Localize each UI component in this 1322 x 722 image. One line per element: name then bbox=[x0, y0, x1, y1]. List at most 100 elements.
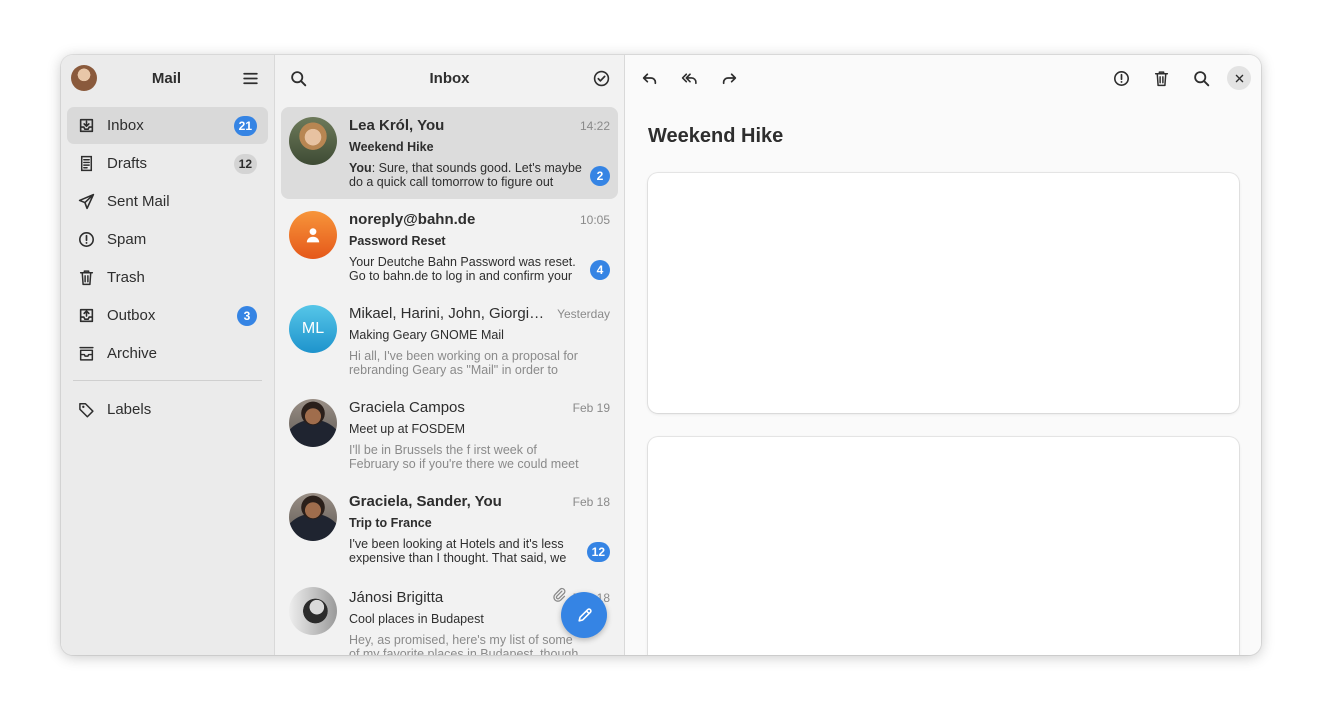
message-row[interactable]: noreply@bahn.de 10:05 Password Reset You… bbox=[281, 201, 618, 293]
message-date: 14:22 bbox=[579, 119, 610, 133]
inbox-icon bbox=[78, 117, 95, 134]
delete-button[interactable] bbox=[1147, 64, 1175, 92]
sidebar-item-inbox[interactable]: Inbox 21 bbox=[67, 107, 268, 144]
message-sender: noreply@bahn.de bbox=[349, 211, 476, 228]
reply-all-button[interactable] bbox=[675, 64, 703, 92]
spam-icon bbox=[1113, 70, 1129, 86]
count-badge: 12 bbox=[233, 153, 257, 174]
sidebar-item-label: Drafts bbox=[107, 155, 148, 172]
trash-icon bbox=[1154, 70, 1168, 86]
sidebar-header: Mail bbox=[61, 55, 274, 101]
message-content: Lea Król, You 14:22 Weekend Hike You: Su… bbox=[349, 107, 610, 199]
window-close-button[interactable] bbox=[1227, 66, 1251, 90]
sidebar-item-label: Inbox bbox=[107, 117, 144, 134]
reply-button[interactable] bbox=[635, 64, 663, 92]
sender-avatar bbox=[289, 211, 337, 259]
message-date: Feb 18 bbox=[572, 495, 610, 509]
conversation-subject: Weekend Hike bbox=[648, 125, 784, 147]
main-menu-button[interactable] bbox=[236, 64, 264, 92]
mail-window: Mail Inbox 21 Drafts 12 Sent Mail Spam T… bbox=[61, 55, 1261, 655]
message-content: Graciela, Sander, You Feb 18 Trip to Fra… bbox=[349, 483, 610, 575]
reply-all-icon bbox=[681, 72, 697, 84]
sidebar-item-label: Sent Mail bbox=[107, 193, 170, 210]
message-content: Graciela Campos Feb 19 Meet up at FOSDEM… bbox=[349, 389, 610, 481]
message-preview: You: Sure, that sounds good. Let's maybe… bbox=[349, 161, 610, 189]
find-in-conversation-button[interactable] bbox=[1187, 64, 1215, 92]
conversation-toolbar bbox=[625, 55, 1261, 101]
message-sender: Lea Król, You bbox=[349, 117, 445, 134]
attachment-icon bbox=[552, 587, 566, 602]
thread-count-badge: 12 bbox=[586, 542, 610, 562]
preview-prefix: You bbox=[349, 161, 372, 175]
drafts-icon bbox=[78, 155, 95, 172]
sender-avatar bbox=[289, 587, 337, 635]
folder-list: Inbox 21 Drafts 12 Sent Mail Spam Trash bbox=[61, 101, 274, 428]
message-row[interactable]: Graciela Campos Feb 19 Meet up at FOSDEM… bbox=[281, 389, 618, 481]
sidebar: Mail Inbox 21 Drafts 12 Sent Mail Spam T… bbox=[61, 55, 275, 655]
thread-count-badge: 2 bbox=[590, 166, 610, 186]
message-subject: Meet up at FOSDEM bbox=[349, 422, 466, 436]
email-card[interactable] bbox=[648, 437, 1239, 655]
reply-icon bbox=[642, 72, 656, 84]
avatar-initials: ML bbox=[301, 320, 325, 337]
message-list-pane: Inbox Lea Król, You 14:22 Weekend Hike Y… bbox=[275, 55, 625, 655]
sidebar-item-spam[interactable]: Spam bbox=[67, 221, 268, 258]
search-icon bbox=[1193, 70, 1209, 86]
close-icon bbox=[1235, 74, 1243, 82]
sidebar-item-drafts[interactable]: Drafts 12 bbox=[67, 145, 268, 182]
sidebar-divider bbox=[73, 380, 262, 381]
message-date: Feb 19 bbox=[572, 401, 610, 415]
count-badge: 3 bbox=[237, 305, 257, 326]
account-avatar[interactable] bbox=[71, 65, 97, 91]
sender-avatar bbox=[289, 117, 337, 165]
search-icon bbox=[290, 70, 306, 86]
forward-button[interactable] bbox=[715, 64, 743, 92]
message-subject: Password Reset bbox=[349, 234, 446, 248]
message-sender: Graciela, Sander, You bbox=[349, 493, 502, 510]
message-row[interactable]: ML Mikael, Harini, John, Giorgia,… Yeste… bbox=[281, 295, 618, 387]
selection-mode-button[interactable] bbox=[587, 64, 615, 92]
message-list-header: Inbox bbox=[275, 55, 624, 101]
message-sender: Jánosi Brigitta bbox=[349, 589, 444, 606]
search-button[interactable] bbox=[284, 64, 312, 92]
forward-icon bbox=[722, 72, 736, 84]
message-list-title: Inbox bbox=[429, 69, 470, 87]
message-date: 10:05 bbox=[579, 213, 610, 227]
check-circle-icon bbox=[593, 70, 609, 86]
message-rows: Lea Król, You 14:22 Weekend Hike You: Su… bbox=[275, 101, 624, 655]
spam-icon bbox=[78, 231, 95, 248]
sidebar-item-label: Archive bbox=[107, 345, 158, 362]
preview-text: : Sure, that sounds good. Let's maybe do… bbox=[349, 161, 582, 189]
message-row[interactable]: Graciela, Sander, You Feb 18 Trip to Fra… bbox=[281, 483, 618, 575]
email-card[interactable] bbox=[648, 173, 1239, 413]
message-content: Mikael, Harini, John, Giorgia,… Yesterda… bbox=[349, 295, 610, 387]
sidebar-item-label: Trash bbox=[107, 269, 145, 286]
message-content: noreply@bahn.de 10:05 Password Reset You… bbox=[349, 201, 610, 293]
sender-avatar bbox=[289, 493, 337, 541]
sidebar-item-archive[interactable]: Archive bbox=[67, 335, 268, 372]
hamburger-menu-icon bbox=[242, 72, 258, 84]
outbox-icon bbox=[78, 307, 95, 324]
sender-avatar: ML bbox=[289, 305, 337, 353]
message-row[interactable]: Lea Król, You 14:22 Weekend Hike You: Su… bbox=[281, 107, 618, 199]
sidebar-item-outbox[interactable]: Outbox 3 bbox=[67, 297, 268, 334]
message-preview: Hey, as promised, here's my list of some… bbox=[349, 633, 579, 655]
sidebar-item-trash[interactable]: Trash bbox=[67, 259, 268, 296]
message-preview: I'll be in Brussels the f irst week of F… bbox=[349, 443, 579, 471]
mark-spam-button[interactable] bbox=[1107, 64, 1135, 92]
message-sender: Graciela Campos bbox=[349, 399, 465, 416]
person-icon bbox=[306, 228, 320, 243]
archive-icon bbox=[78, 345, 95, 362]
sender-avatar bbox=[289, 399, 337, 447]
conversation-pane: Weekend Hike bbox=[625, 55, 1261, 655]
unread-count-badge: 21 bbox=[233, 115, 257, 136]
app-title: Mail bbox=[151, 69, 182, 87]
sidebar-item-labels[interactable]: Labels bbox=[67, 391, 268, 428]
sidebar-item-label: Outbox bbox=[107, 307, 156, 324]
compose-button[interactable] bbox=[561, 592, 607, 638]
thread-count-badge: 4 bbox=[590, 260, 610, 280]
trash-icon bbox=[78, 269, 95, 286]
pencil-icon bbox=[577, 607, 592, 622]
sidebar-item-sent-mail[interactable]: Sent Mail bbox=[67, 183, 268, 220]
sidebar-item-label: Labels bbox=[107, 401, 152, 418]
